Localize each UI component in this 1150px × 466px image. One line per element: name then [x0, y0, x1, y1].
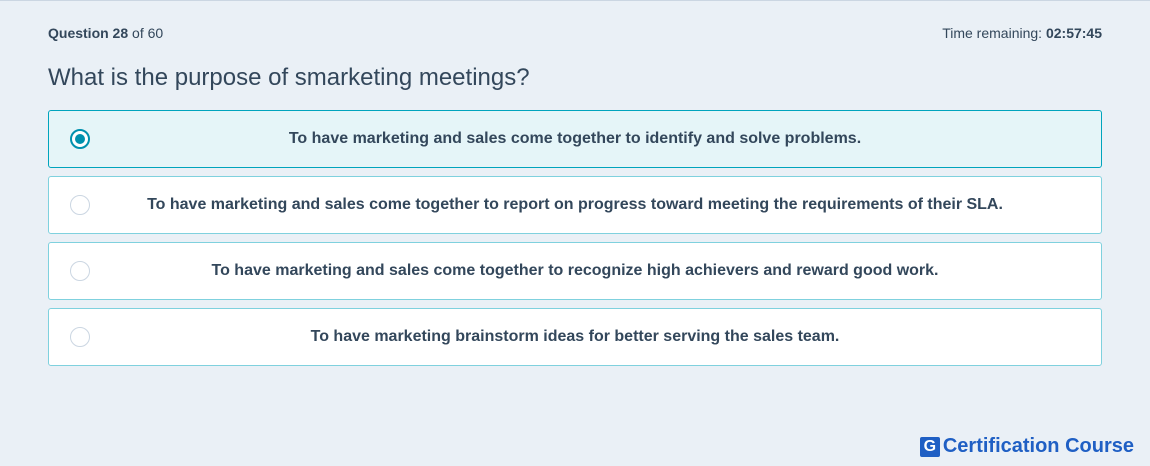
answer-option-4[interactable]: To have marketing brainstorm ideas for b…	[48, 308, 1102, 366]
radio-button[interactable]	[70, 327, 90, 347]
answer-option-2[interactable]: To have marketing and sales come togethe…	[48, 176, 1102, 234]
radio-button-selected[interactable]	[70, 129, 90, 149]
time-remaining-label: Time remaining:	[942, 25, 1043, 41]
answer-options: To have marketing and sales come togethe…	[48, 110, 1102, 374]
brand-g-icon: G	[919, 436, 940, 457]
brand-name: Certification Course	[942, 435, 1134, 457]
radio-button[interactable]	[70, 261, 90, 281]
question-number: Question 28	[48, 25, 129, 41]
top-divider	[0, 0, 1150, 1]
answer-option-label: To have marketing brainstorm ideas for b…	[310, 328, 840, 345]
question-counter: Question 28 of 60	[48, 25, 163, 41]
answer-option-label: To have marketing and sales come togethe…	[288, 130, 862, 147]
time-remaining: Time remaining: 02:57:45	[942, 25, 1102, 41]
answer-option-label: To have marketing and sales come togethe…	[147, 196, 1003, 213]
answer-option-1[interactable]: To have marketing and sales come togethe…	[48, 110, 1102, 168]
quiz-header: Question 28 of 60 Time remaining: 02:57:…	[48, 24, 1102, 42]
answer-option-label: To have marketing and sales come togethe…	[211, 262, 939, 279]
question-text: What is the purpose of smarketing meetin…	[48, 64, 530, 91]
radio-button[interactable]	[70, 195, 90, 215]
time-remaining-value: 02:57:45	[1045, 25, 1102, 41]
brand-logo: G Certification Course	[919, 435, 1134, 458]
answer-option-3[interactable]: To have marketing and sales come togethe…	[48, 242, 1102, 300]
question-total: of 60	[132, 25, 164, 41]
